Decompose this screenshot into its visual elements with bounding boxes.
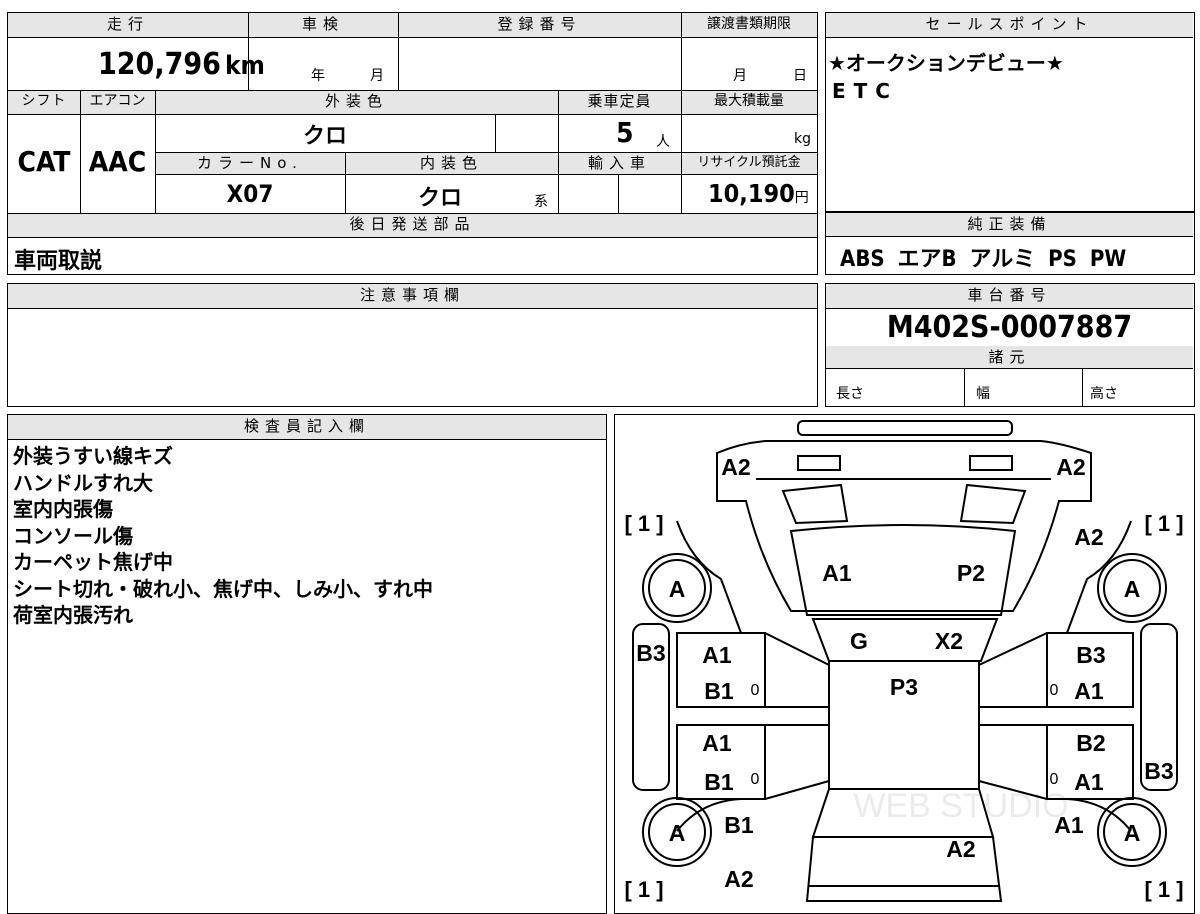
- label-windshield-right: X2: [935, 628, 963, 654]
- label-rear-left: A2: [724, 866, 753, 892]
- width-label: 幅: [976, 386, 990, 402]
- label-right-sill: B3: [1144, 758, 1173, 784]
- label-front-right: A2: [1056, 454, 1085, 480]
- sales-point-line-2: ETC: [832, 79, 898, 103]
- zero-mark: 0: [1050, 771, 1059, 788]
- exterior-color-value: クロ: [302, 124, 347, 149]
- tire-mark-rear-left: [ 1 ]: [624, 877, 663, 902]
- label-left-sill: B3: [636, 640, 665, 666]
- mileage-header: 走行: [8, 13, 248, 37]
- inspection-year-label: 年: [311, 68, 325, 84]
- label-front-left: A2: [721, 454, 750, 480]
- recycle-fee-header: リサイクル預託金: [681, 152, 817, 174]
- label-rear-left-fender: B1: [724, 812, 754, 838]
- specs-header: 諸元: [826, 346, 1193, 368]
- wheel-front-right: A: [1124, 576, 1141, 602]
- transfer-deadline-header: 譲渡書類期限: [681, 13, 817, 37]
- label-left-rear-door-1: A1: [702, 730, 732, 756]
- car-damage-diagram: A2 A2 A1 P2 G X2 P3 A2 B3 A1 B1 A1 B1 B3…: [624, 420, 1184, 902]
- aircon-header: エアコン: [80, 90, 155, 114]
- label-windshield-left: G: [850, 628, 868, 654]
- shift-header: シフト: [8, 90, 80, 114]
- interior-color-header: 内装色: [345, 152, 558, 174]
- imported-header: 輸入車: [558, 152, 681, 174]
- inspector-notes-list: 外装うすい線キズ ハンドルすれ大 室内内張傷 コンソール傷 カーペット焦げ中 シ…: [13, 443, 433, 629]
- sales-point-line-1: ★オークションデビュー★: [828, 51, 1064, 75]
- inspection-header: 車検: [248, 13, 398, 37]
- inspector-note: ハンドルすれ大: [13, 470, 153, 495]
- inspector-note: 外装うすい線キズ: [13, 444, 173, 468]
- deadline-month-label: 月: [733, 68, 747, 84]
- info-table: 走行 車検 登録番号 譲渡書類期限 シフト エアコン 外装色 乗車定員 最大積載…: [7, 12, 818, 275]
- registration-header: 登録番号: [398, 13, 681, 37]
- capacity-value: 5: [616, 116, 634, 149]
- aircon-value: AAC: [88, 145, 147, 178]
- chassis-no-header: 車台番号: [826, 284, 1193, 308]
- label-right-front-door-2: A1: [1074, 678, 1104, 704]
- inspector-note: コンソール傷: [13, 523, 133, 548]
- max-load-unit: kg: [794, 131, 811, 147]
- exterior-color-header: 外装色: [155, 90, 558, 114]
- recycle-fee-unit: 円: [794, 190, 809, 206]
- damage-diagram-box: A2 A2 A1 P2 G X2 P3 A2 B3 A1 B1 A1 B1 B3…: [614, 414, 1195, 914]
- label-left-front-door-1: A1: [702, 642, 732, 668]
- mileage-number: 120,796: [98, 47, 221, 82]
- shift-value: CAT: [17, 145, 71, 178]
- later-parts-value: 車両取説: [14, 249, 103, 274]
- inspector-note: シート切れ・破れ小、焦げ中、しみ小、すれ中: [13, 576, 433, 601]
- interior-color-value: クロ: [417, 186, 462, 211]
- tire-mark-front-right: [ 1 ]: [1144, 511, 1183, 536]
- inspector-note: カーペット焦げ中: [13, 550, 173, 574]
- inspector-note: 荷室内張汚れ: [13, 603, 133, 627]
- sales-point-box: セールスポイント ★オークションデビュー★ ETC: [825, 12, 1195, 212]
- equipment-box: 純正装備 ABS エアB アルミ PS PW: [825, 212, 1195, 275]
- label-hood-left: A1: [822, 560, 852, 586]
- zero-mark: 0: [751, 771, 760, 788]
- recycle-fee-number: 10,190: [708, 179, 795, 208]
- color-no-header: カラーNo.: [155, 152, 345, 174]
- wheel-front-left: A: [669, 576, 686, 602]
- mileage-unit: km: [224, 51, 265, 81]
- watermark: WEB STUDIO: [853, 787, 1068, 825]
- notes-box: 注意事項欄: [7, 283, 818, 407]
- zero-mark: 0: [1050, 682, 1059, 699]
- deadline-day-label: 日: [793, 68, 807, 84]
- length-label: 長さ: [836, 386, 864, 402]
- chassis-box: 車台番号 M402S-0007887 諸元 長さ 幅 高さ: [825, 283, 1195, 407]
- chassis-no-value: M402S-0007887: [886, 310, 1133, 345]
- label-right-rear-door-2: A1: [1074, 769, 1104, 795]
- mileage-value: 120,796 km: [98, 47, 265, 82]
- equipment-header: 純正装備: [826, 213, 1193, 236]
- inspector-header: 検査員記入欄: [8, 415, 606, 439]
- color-no-value: X07: [226, 180, 274, 208]
- label-right-rear-door-1: B2: [1076, 730, 1105, 756]
- capacity-unit: 人: [656, 134, 670, 150]
- label-fender-right-front: A2: [1074, 524, 1103, 550]
- label-left-front-door-2: B1: [704, 678, 734, 704]
- tire-mark-rear-right: [ 1 ]: [1144, 877, 1183, 902]
- zero-mark: 0: [751, 682, 760, 699]
- max-load-header: 最大積載量: [681, 90, 817, 114]
- label-rear-center: A2: [946, 836, 975, 862]
- inspector-box: 検査員記入欄 外装うすい線キズ ハンドルすれ大 室内内張傷 コンソール傷 カーペ…: [7, 414, 607, 914]
- label-roof: P3: [890, 674, 918, 700]
- interior-color-suffix: 系: [534, 194, 548, 210]
- label-right-front-door-1: B3: [1076, 642, 1105, 668]
- wheel-rear-left: A: [669, 820, 686, 846]
- equipment-value: ABS エアB アルミ PS PW: [840, 247, 1127, 272]
- tire-mark-front-left: [ 1 ]: [624, 511, 663, 536]
- sales-point-header: セールスポイント: [826, 13, 1193, 37]
- label-hood-right: P2: [957, 560, 985, 586]
- height-label: 高さ: [1090, 386, 1118, 402]
- capacity-header: 乗車定員: [558, 90, 681, 114]
- inspector-note: 室内内張傷: [13, 497, 113, 521]
- label-left-rear-door-2: B1: [704, 769, 734, 795]
- later-parts-header: 後日発送部品: [8, 213, 817, 237]
- wheel-rear-right: A: [1124, 820, 1141, 846]
- recycle-fee-value: 10,190円: [708, 179, 809, 208]
- notes-header: 注意事項欄: [8, 284, 817, 308]
- inspection-month-label: 月: [370, 68, 384, 84]
